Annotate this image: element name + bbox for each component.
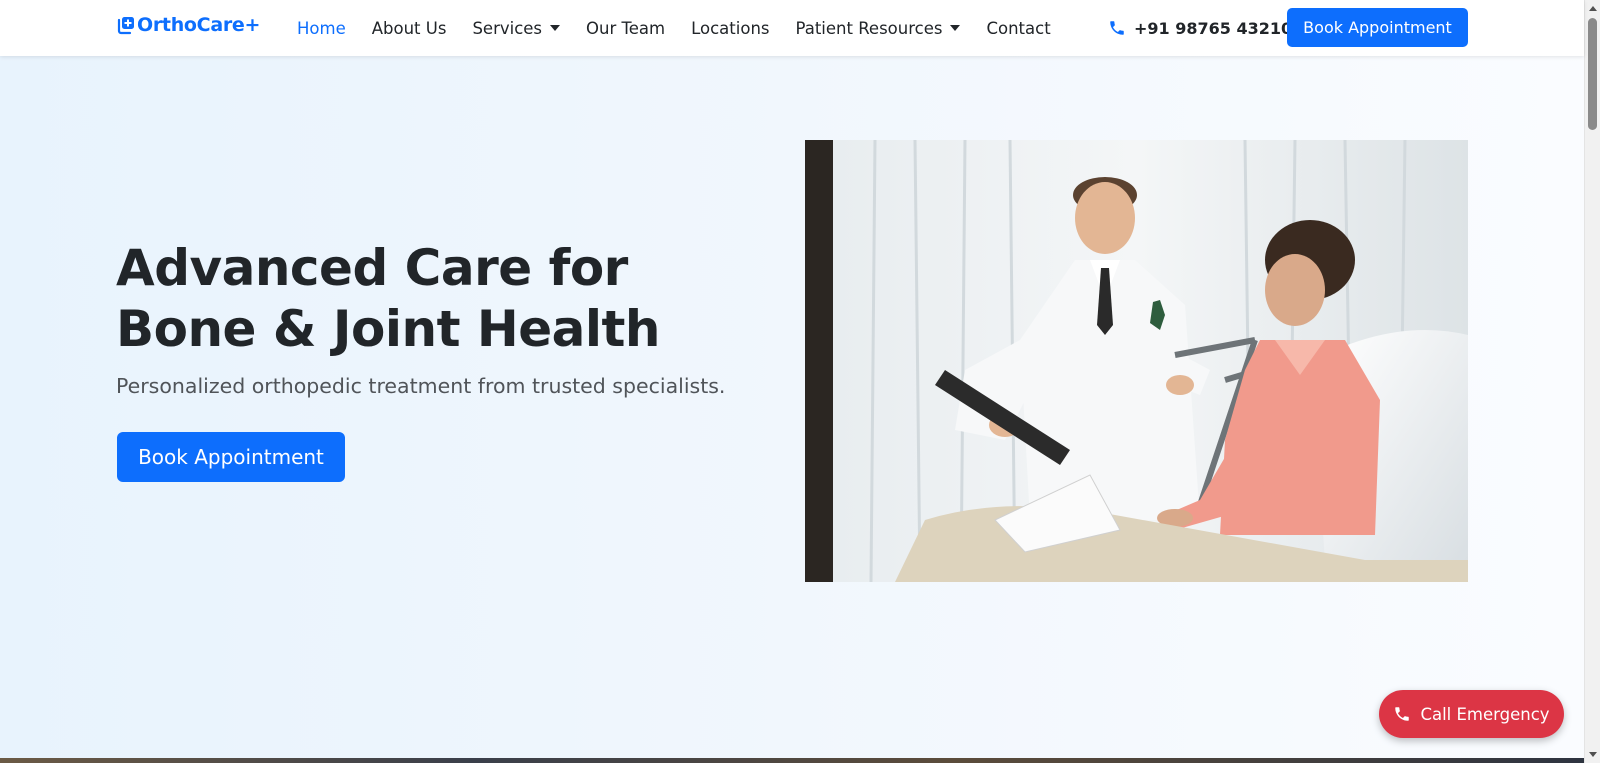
nav-item-patient-resources[interactable]: Patient Resources [783,19,974,38]
page: OrthoCare+ Home About Us Services Our Te… [0,0,1600,763]
navbar: OrthoCare+ Home About Us Services Our Te… [0,0,1584,56]
call-emergency-button[interactable]: Call Emergency [1379,690,1564,738]
book-appointment-hero-button[interactable]: Book Appointment [117,432,345,482]
doctor-patient-illustration [805,140,1468,582]
nav-item-contact[interactable]: Contact [973,19,1063,38]
caret-down-icon [950,25,961,31]
nav-menu: Home About Us Services Our Team Location… [284,0,1064,56]
hero-section: Advanced Care for Bone & Joint Health Pe… [0,56,1584,758]
brand-logo[interactable]: OrthoCare+ [116,14,260,36]
nav-item-label: Patient Resources [795,18,943,38]
hero-title: Advanced Care for Bone & Joint Health [116,239,661,358]
nav-item-our-team[interactable]: Our Team [573,19,678,38]
book-appointment-nav-button[interactable]: Book Appointment [1287,8,1468,47]
nav-item-label: Contact [986,18,1051,38]
phone-link[interactable]: +91 98765 43210 [1108,0,1292,56]
nav-item-label: Locations [691,18,770,38]
vertical-scrollbar[interactable] [1584,0,1600,763]
call-emergency-label: Call Emergency [1420,704,1550,724]
medical-cross-icon [117,17,134,35]
scroll-up-icon[interactable] [1589,6,1597,11]
nav-item-label: About Us [371,18,447,38]
brand-name: OrthoCare+ [137,14,261,36]
phone-number: +91 98765 43210 [1134,18,1293,38]
phone-icon [1110,21,1124,35]
hero-subtitle: Personalized orthopedic treatment from t… [116,374,726,398]
scroll-down-icon[interactable] [1589,752,1597,757]
nav-item-services[interactable]: Services [459,19,573,38]
nav-item-label: Home [297,18,346,38]
nav-item-label: Services [472,18,543,38]
caret-down-icon [550,25,561,31]
hero-image [805,140,1468,582]
phone-icon [1395,707,1410,721]
nav-item-label: Our Team [586,18,666,38]
nav-item-home[interactable]: Home [284,19,359,38]
next-section-preview [0,758,1584,763]
scrollbar-thumb[interactable] [1588,18,1597,130]
nav-item-about-us[interactable]: About Us [359,19,460,38]
nav-item-locations[interactable]: Locations [678,19,782,38]
